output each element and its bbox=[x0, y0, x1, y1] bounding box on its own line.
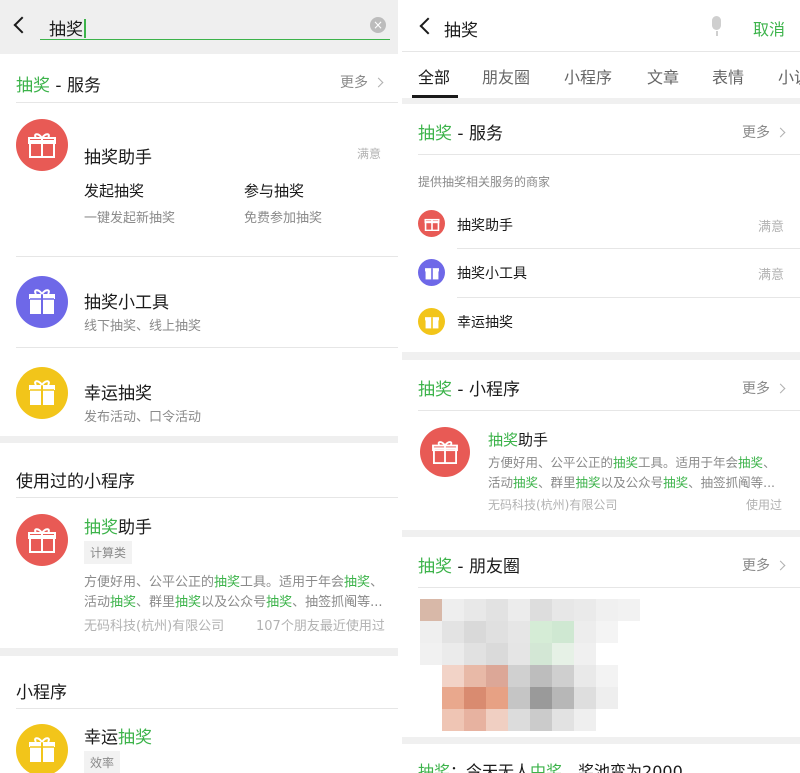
section-title: 抽奖 - 服务 bbox=[418, 124, 503, 144]
microphone-icon[interactable] bbox=[712, 16, 721, 36]
right-screen: 抽奖 取消 全部 朋友圈 小程序 文章 表情 小说 抽奖 - 服务 更多 提供抽… bbox=[402, 0, 800, 773]
post-title: 抽奖：今天无人中奖，奖池变为2000 bbox=[418, 762, 683, 773]
blurred-moment-image[interactable] bbox=[420, 599, 642, 731]
miniprogram-section: 抽奖 - 小程序 更多 抽奖助手 方便好用、公平公正的抽奖工具。适用于年会抽奖、… bbox=[402, 360, 800, 530]
used-label: 使用过 bbox=[746, 498, 783, 512]
miniprogram-desc: 方便好用、公平公正的抽奖工具。适用于年会抽奖、 活动抽奖、群里抽奖以及公众号抽奖… bbox=[84, 575, 384, 610]
gift-icon bbox=[16, 119, 68, 171]
used-miniprograms-section: 使用过的小程序 抽奖助手 计算类 方便好用、公平公正的抽奖工具。适用于年会抽奖、… bbox=[0, 443, 398, 648]
cancel-button[interactable]: 取消 bbox=[753, 16, 785, 40]
section-title: 小程序 bbox=[16, 683, 67, 703]
section-title: 抽奖 - 服务 bbox=[16, 76, 101, 96]
sub-action-start-desc: 一键发起新抽奖 bbox=[84, 211, 176, 226]
service-name[interactable]: 抽奖助手 bbox=[84, 143, 152, 168]
section-title: 使用过的小程序 bbox=[16, 472, 135, 492]
service-name[interactable]: 抽奖小工具 bbox=[84, 288, 169, 313]
gift-icon bbox=[16, 514, 68, 566]
moments-section: 抽奖 - 朋友圈 更多 bbox=[402, 537, 800, 737]
section-title: 抽奖 - 朋友圈 bbox=[418, 557, 520, 577]
tab-bar: 全部 朋友圈 小程序 文章 表情 小说 bbox=[402, 52, 800, 98]
service-name[interactable]: 抽奖小工具 bbox=[457, 263, 527, 283]
left-screen: 抽奖 × 抽奖 - 服务 更多 抽奖助手 满意 发起抽奖 一键发起新抽奖 参与抽… bbox=[0, 0, 398, 773]
service-name[interactable]: 抽奖助手 bbox=[457, 215, 513, 235]
tab-moments[interactable]: 朋友圈 bbox=[482, 64, 530, 88]
category-tag: 效率 bbox=[84, 751, 121, 773]
rating-badge: 满意 bbox=[357, 147, 382, 161]
more-link[interactable]: 更多 bbox=[340, 72, 384, 92]
gift-icon bbox=[16, 724, 68, 773]
service-desc: 线下抽奖、线上抽奖 bbox=[84, 319, 202, 334]
back-arrow-icon[interactable] bbox=[419, 17, 437, 35]
miniprogram-name[interactable]: 抽奖助手 bbox=[84, 513, 152, 538]
category-tag: 计算类 bbox=[84, 541, 133, 564]
service-desc: 发布活动、口令活动 bbox=[84, 410, 202, 425]
search-input[interactable]: 抽奖 bbox=[40, 9, 390, 40]
more-link[interactable]: 更多 bbox=[742, 122, 786, 142]
search-bar: 抽奖 × bbox=[0, 0, 398, 50]
tab-miniprograms[interactable]: 小程序 bbox=[564, 64, 612, 88]
tab-articles[interactable]: 文章 bbox=[647, 64, 679, 88]
chevron-right-icon bbox=[373, 77, 384, 88]
chevron-right-icon bbox=[775, 560, 786, 571]
chevron-right-icon bbox=[775, 127, 786, 138]
miniprogram-name[interactable]: 抽奖助手 bbox=[488, 429, 548, 450]
rating-badge: 满意 bbox=[758, 268, 785, 283]
tab-novels[interactable]: 小说 bbox=[778, 64, 800, 88]
gift-icon bbox=[418, 210, 445, 237]
tab-stickers[interactable]: 表情 bbox=[712, 64, 744, 88]
tab-all[interactable]: 全部 bbox=[418, 64, 450, 88]
gift-icon bbox=[16, 367, 68, 419]
back-arrow-icon[interactable] bbox=[13, 16, 31, 34]
rating-badge: 满意 bbox=[758, 220, 785, 235]
post-preview[interactable]: 抽奖：今天无人中奖，奖池变为2000 bbox=[402, 744, 800, 773]
more-link[interactable]: 更多 bbox=[742, 378, 786, 398]
more-link[interactable]: 更多 bbox=[742, 555, 786, 575]
gift-icon bbox=[16, 276, 68, 328]
gift-icon bbox=[418, 308, 445, 335]
search-query: 抽奖 bbox=[49, 20, 83, 40]
miniprogram-name[interactable]: 幸运抽奖 bbox=[84, 723, 152, 748]
sub-action-join-desc: 免费参加抽奖 bbox=[244, 211, 323, 226]
sub-action-start[interactable]: 发起抽奖 bbox=[84, 180, 144, 201]
friends-used: 107个朋友最近使用过 bbox=[256, 619, 385, 634]
section-title: 抽奖 - 小程序 bbox=[418, 380, 520, 400]
company-name: 无码科技(杭州)有限公司 bbox=[488, 498, 618, 512]
search-bar: 抽奖 取消 bbox=[402, 0, 800, 52]
text-caret bbox=[84, 19, 86, 38]
service-section: 抽奖 - 服务 更多 提供抽奖相关服务的商家 抽奖助手 满意 抽奖小工具 满意 … bbox=[402, 104, 800, 352]
active-tab-indicator bbox=[412, 95, 458, 98]
service-section: 抽奖 - 服务 更多 抽奖助手 满意 发起抽奖 一键发起新抽奖 参与抽奖 免费参… bbox=[0, 54, 398, 436]
clear-icon[interactable]: × bbox=[370, 17, 386, 33]
service-name[interactable]: 幸运抽奖 bbox=[84, 379, 152, 404]
gift-icon bbox=[420, 427, 470, 477]
gift-icon bbox=[418, 259, 445, 286]
miniprograms-section: 小程序 幸运抽奖 效率 bbox=[0, 656, 398, 773]
sub-action-join[interactable]: 参与抽奖 bbox=[244, 180, 304, 201]
chevron-right-icon bbox=[775, 383, 786, 394]
service-name[interactable]: 幸运抽奖 bbox=[457, 312, 513, 332]
search-input[interactable]: 抽奖 bbox=[444, 16, 478, 41]
company-name: 无码科技(杭州)有限公司 bbox=[84, 619, 225, 634]
section-subtitle: 提供抽奖相关服务的商家 bbox=[418, 175, 551, 189]
miniprogram-desc: 方便好用、公平公正的抽奖工具。适用于年会抽奖、 活动抽奖、群里抽奖以及公众号抽奖… bbox=[488, 455, 776, 490]
